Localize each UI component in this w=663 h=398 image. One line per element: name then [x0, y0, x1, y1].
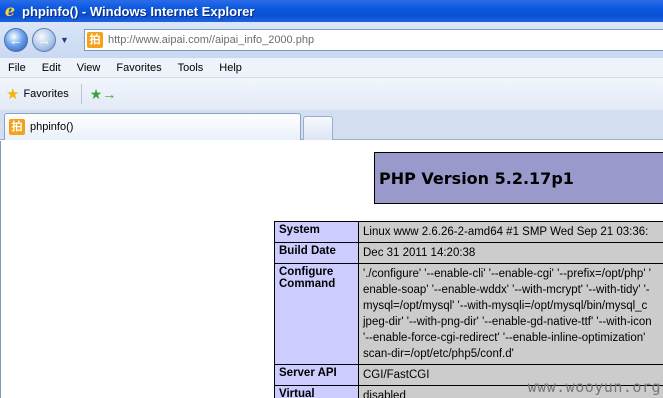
- forward-button[interactable]: →: [32, 28, 56, 52]
- row-value: Dec 31 2011 14:20:38: [358, 242, 663, 264]
- menu-edit[interactable]: Edit: [34, 62, 69, 74]
- address-bar[interactable]: 拍 http://www.aipai.com//aipai_info_2000.…: [84, 29, 663, 51]
- window-title: phpinfo() - Windows Internet Explorer: [22, 3, 255, 19]
- site-favicon-icon: 拍: [87, 32, 103, 48]
- arrow-left-icon: ←: [9, 32, 23, 48]
- new-tab-button[interactable]: [303, 116, 333, 140]
- row-value: Linux www 2.6.26-2-amd64 #1 SMP Wed Sep …: [358, 221, 663, 243]
- row-key: Server API: [274, 364, 359, 386]
- tab-phpinfo[interactable]: 拍 phpinfo(): [4, 113, 301, 140]
- favorites-label: Favorites: [23, 88, 69, 100]
- arrow-right-icon: →: [37, 32, 51, 48]
- star-icon: ★: [6, 85, 20, 103]
- row-key: Virtual: [274, 385, 359, 398]
- row-key: System: [274, 221, 359, 243]
- phpinfo-table: System Linux www 2.6.26-2-amd64 #1 SMP W…: [274, 221, 663, 398]
- row-value: './configure' '--enable-cli' '--enable-c…: [358, 263, 663, 365]
- ie-logo-icon: e: [4, 1, 16, 20]
- address-url[interactable]: http://www.aipai.com//aipai_info_2000.ph…: [108, 34, 314, 46]
- favorites-bar: ★ Favorites ★→: [0, 78, 663, 110]
- php-version-title: PHP Version 5.2.17p1: [379, 168, 574, 188]
- page-content: PHP Version 5.2.17p1 System Linux www 2.…: [0, 141, 663, 398]
- tab-favicon-icon: 拍: [9, 119, 25, 135]
- table-row: Build Date Dec 31 2011 14:20:38: [274, 242, 663, 264]
- watermark: www.wooyun.org: [527, 378, 661, 396]
- menu-help[interactable]: Help: [211, 62, 250, 74]
- menu-view[interactable]: View: [69, 62, 109, 74]
- menu-tools[interactable]: Tools: [170, 62, 212, 74]
- table-row: System Linux www 2.6.26-2-amd64 #1 SMP W…: [274, 221, 663, 243]
- php-version-header: PHP Version 5.2.17p1: [374, 152, 663, 204]
- tab-label: phpinfo(): [30, 121, 74, 133]
- table-row: Configure Command './configure' '--enabl…: [274, 263, 663, 365]
- back-button[interactable]: ←: [4, 28, 28, 52]
- navigation-bar: ← → ▼ 拍 http://www.aipai.com//aipai_info…: [0, 22, 663, 58]
- recent-pages-dropdown[interactable]: ▼: [60, 35, 69, 45]
- row-key: Configure Command: [274, 263, 359, 365]
- title-bar: e phpinfo() - Windows Internet Explorer: [0, 0, 663, 22]
- menu-favorites[interactable]: Favorites: [108, 62, 169, 74]
- tab-strip: 拍 phpinfo(): [0, 110, 663, 140]
- favorites-button[interactable]: ★ Favorites: [6, 87, 69, 102]
- add-to-favorites-bar-icon[interactable]: ★→: [90, 86, 117, 103]
- menu-file[interactable]: File: [0, 62, 34, 74]
- row-key: Build Date: [274, 242, 359, 264]
- favorites-separator: [80, 84, 82, 104]
- menu-bar: File Edit View Favorites Tools Help: [0, 58, 663, 78]
